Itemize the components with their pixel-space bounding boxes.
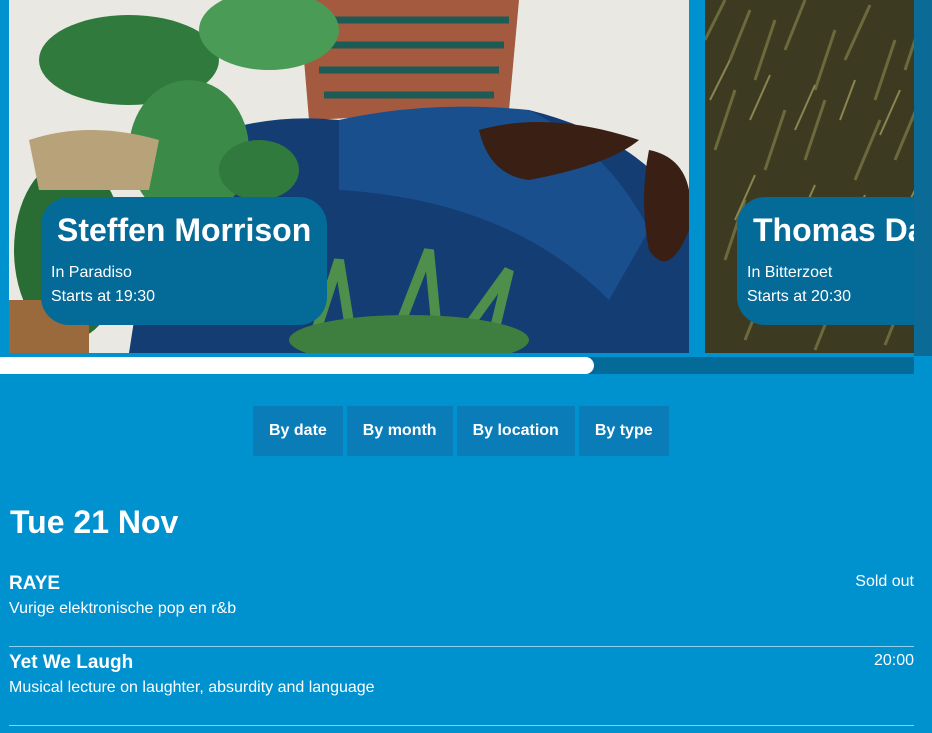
event-description: Vurige elektronische pop en r&b — [9, 600, 237, 617]
artist-name: Thomas Da — [753, 212, 926, 248]
filter-by-type[interactable]: By type — [578, 406, 669, 456]
featured-card-thomas[interactable]: Thomas Da In Bitterzoet Starts at 20:30 — [705, 0, 932, 353]
event-description: Musical lecture on laughter, absurdity a… — [9, 679, 375, 696]
featured-info: Steffen Morrison In Paradiso Starts at 1… — [41, 197, 327, 325]
featured-card-steffen-morrison[interactable]: Steffen Morrison In Paradiso Starts at 1… — [9, 0, 689, 353]
date-heading: Tue 21 Nov — [10, 504, 179, 540]
start-time: Starts at 19:30 — [51, 288, 156, 305]
event-status: 20:00 — [873, 652, 914, 669]
carousel-edge — [914, 0, 932, 356]
start-time: Starts at 20:30 — [747, 288, 852, 305]
event-title: RAYE — [9, 573, 61, 594]
filter-by-location[interactable]: By location — [456, 406, 575, 456]
event-status: Sold out — [855, 573, 914, 590]
venue: In Bitterzoet — [747, 264, 833, 281]
event-title: Yet We Laugh — [9, 652, 134, 673]
featured-carousel[interactable]: Steffen Morrison In Paradiso Starts at 1… — [0, 0, 932, 356]
filter-tabs: By date By month By location By type — [253, 406, 669, 456]
filter-by-date[interactable]: By date — [253, 406, 343, 456]
artist-name: Steffen Morrison — [57, 212, 312, 248]
event-item[interactable]: Yet We Laugh Musical lecture on laughter… — [9, 647, 914, 726]
venue: In Paradiso — [51, 264, 132, 281]
event-list: RAYE Vurige elektronische pop en r&b Sol… — [9, 568, 914, 726]
featured-info: Thomas Da In Bitterzoet Starts at 20:30 — [737, 197, 932, 325]
carousel-scrollbar[interactable] — [0, 357, 914, 374]
agenda-page: Steffen Morrison In Paradiso Starts at 1… — [0, 0, 932, 733]
filter-by-month[interactable]: By month — [346, 406, 453, 456]
carousel-scroll-thumb[interactable] — [0, 357, 595, 374]
event-item[interactable]: RAYE Vurige elektronische pop en r&b Sol… — [9, 568, 914, 647]
